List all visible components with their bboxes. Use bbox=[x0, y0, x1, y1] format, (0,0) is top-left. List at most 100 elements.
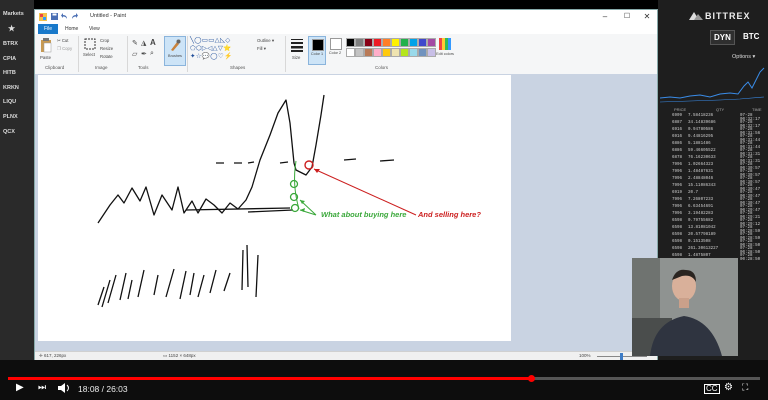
paste-icon[interactable] bbox=[40, 38, 52, 53]
palette-swatch[interactable] bbox=[418, 38, 427, 47]
minimize-button[interactable]: – bbox=[595, 11, 615, 23]
cut-button[interactable]: ✂ Cut bbox=[57, 38, 69, 44]
color1-button[interactable]: Color 1 bbox=[308, 36, 326, 65]
palette-swatch[interactable] bbox=[373, 48, 382, 57]
palette-swatch[interactable] bbox=[382, 48, 391, 57]
trade-row: 7996 3.19482283 07-28 00:29:21 bbox=[660, 212, 766, 220]
sidebar-item-krkn[interactable]: KRKN bbox=[3, 85, 19, 91]
trade-price: 6878 bbox=[672, 156, 683, 160]
trade-qty: 15.11086343 bbox=[688, 184, 716, 188]
next-icon[interactable]: ⏭ bbox=[38, 382, 46, 393]
progress-bar[interactable] bbox=[8, 375, 760, 382]
close-button[interactable]: ✕ bbox=[637, 11, 657, 23]
trade-price: 6598 bbox=[672, 240, 683, 244]
magnifier-icon[interactable]: ⌕ bbox=[150, 50, 154, 58]
save-icon[interactable] bbox=[51, 13, 58, 20]
palette-swatch[interactable] bbox=[409, 48, 418, 57]
sidebar-item-liqu[interactable]: LIQU bbox=[3, 99, 16, 105]
sidebar-item-qcx[interactable]: QCX bbox=[3, 129, 15, 135]
trade-qty: 5.1881486 bbox=[688, 142, 711, 146]
copy-button[interactable]: ❐ Copy bbox=[57, 46, 72, 52]
webcam-overlay bbox=[632, 258, 738, 356]
select-icon[interactable] bbox=[84, 38, 96, 50]
trade-row: 6919 20.7 07-28 00:30:47 bbox=[660, 191, 766, 199]
size-label[interactable]: Size bbox=[292, 55, 300, 60]
palette-swatch[interactable] bbox=[400, 38, 409, 47]
trade-qty: 76.16230633 bbox=[688, 156, 716, 160]
trade-qty: 20.57798189 bbox=[688, 233, 716, 237]
size-icon[interactable] bbox=[291, 38, 303, 52]
zoom-slider-thumb[interactable] bbox=[620, 353, 623, 360]
fullscreen-icon[interactable]: ⛶ bbox=[742, 382, 748, 393]
pair-base-button[interactable]: DYN bbox=[710, 30, 735, 45]
settings-icon[interactable]: ⚙ bbox=[724, 382, 733, 393]
trade-row: 6886 5.1881486 07-28 00:31:44 bbox=[660, 142, 766, 150]
sidebar-item-hitb[interactable]: HITB bbox=[3, 70, 16, 76]
palette-swatch[interactable] bbox=[364, 38, 373, 47]
pair-quote-button[interactable]: BTC bbox=[740, 30, 762, 43]
tab-home[interactable]: Home bbox=[65, 24, 78, 34]
sidebar-item-btrx[interactable]: BTRX bbox=[3, 41, 18, 47]
sidebar-item-cpia[interactable]: CPIA bbox=[3, 56, 16, 62]
color2-button[interactable]: Color 2 bbox=[327, 36, 343, 63]
undo-icon[interactable] bbox=[61, 13, 68, 20]
captions-icon[interactable]: CC bbox=[704, 384, 720, 394]
select-label[interactable]: Select bbox=[83, 52, 95, 57]
fill-button[interactable]: Fill ▾ bbox=[257, 46, 266, 52]
brushes-label: Brushes bbox=[168, 54, 182, 58]
palette-swatch[interactable] bbox=[391, 38, 400, 47]
trade-price: 6887 bbox=[672, 121, 683, 125]
palette-swatch[interactable] bbox=[364, 48, 373, 57]
play-icon[interactable]: ▶ bbox=[16, 382, 24, 393]
resize-label[interactable]: Resize bbox=[100, 46, 113, 51]
markets-label: Markets bbox=[3, 11, 24, 17]
favorites-star-icon[interactable]: ★ bbox=[8, 24, 15, 33]
rotate-label[interactable]: Rotate bbox=[100, 54, 113, 59]
palette-swatch[interactable] bbox=[355, 38, 364, 47]
cursor-position: ✛ 617, 226px bbox=[39, 353, 67, 358]
palette-swatch[interactable] bbox=[355, 48, 364, 57]
sidebar-item-plnx[interactable]: PLNX bbox=[3, 114, 18, 120]
trade-qty: 0.1513508 bbox=[688, 240, 711, 244]
trade-price: 7996 bbox=[672, 205, 683, 209]
trade-price: 6916 bbox=[672, 135, 683, 139]
title-bar[interactable]: Untitled - Paint – ☐ ✕ bbox=[35, 10, 657, 24]
ribbon-divider bbox=[187, 36, 188, 72]
trade-price: 7996 bbox=[672, 170, 683, 174]
drawing-canvas[interactable]: What about buying here And selling here? bbox=[38, 75, 511, 341]
edit-colors-label[interactable]: Edit colors bbox=[435, 52, 455, 56]
maximize-button[interactable]: ☐ bbox=[617, 11, 637, 23]
palette-swatch[interactable] bbox=[382, 38, 391, 47]
trade-row: 6916 0.94780586 07-28 00:31:56 bbox=[660, 128, 766, 136]
pencil-icon[interactable]: ✎ bbox=[132, 39, 138, 47]
volume-icon[interactable] bbox=[58, 383, 70, 393]
crop-label[interactable]: Crop bbox=[100, 38, 109, 43]
redo-icon[interactable] bbox=[71, 13, 78, 20]
palette-swatch[interactable] bbox=[346, 38, 355, 47]
brushes-button[interactable]: Brushes bbox=[164, 36, 186, 66]
fill-label: Fill bbox=[257, 46, 263, 51]
trade-qty: 0.79755682 bbox=[688, 219, 714, 223]
palette-swatch[interactable] bbox=[400, 48, 409, 57]
paint-app-icon bbox=[39, 13, 47, 21]
paste-label[interactable]: Paste bbox=[40, 55, 51, 60]
outline-button[interactable]: Outline ▾ bbox=[257, 38, 274, 44]
fill-bucket-icon[interactable]: ◮ bbox=[141, 39, 146, 47]
edit-colors-icon[interactable] bbox=[439, 38, 451, 50]
options-dropdown[interactable]: Options ▾ bbox=[732, 54, 755, 60]
tab-view[interactable]: View bbox=[89, 24, 100, 34]
color-picker-icon[interactable]: ✒ bbox=[141, 50, 147, 58]
palette-swatch[interactable] bbox=[409, 38, 418, 47]
palette-swatch[interactable] bbox=[391, 48, 400, 57]
text-tool-icon[interactable]: A bbox=[150, 38, 156, 47]
eraser-icon[interactable]: ▱ bbox=[132, 50, 137, 58]
zoom-level: 100% bbox=[579, 353, 591, 358]
palette-swatch[interactable] bbox=[427, 38, 436, 47]
tab-file[interactable]: File bbox=[38, 24, 58, 34]
palette-swatch[interactable] bbox=[346, 48, 355, 57]
sell-annotation: And selling here? bbox=[418, 210, 481, 219]
shapes-gallery[interactable]: ╲◯▭▭△◺◇ ⬠⬡▷◁△▽⭐ ✦☆💬◯♡⚡ bbox=[190, 37, 252, 63]
palette-swatch[interactable] bbox=[373, 38, 382, 47]
palette-swatch[interactable] bbox=[418, 48, 427, 57]
outline-label: Outline bbox=[257, 38, 271, 43]
